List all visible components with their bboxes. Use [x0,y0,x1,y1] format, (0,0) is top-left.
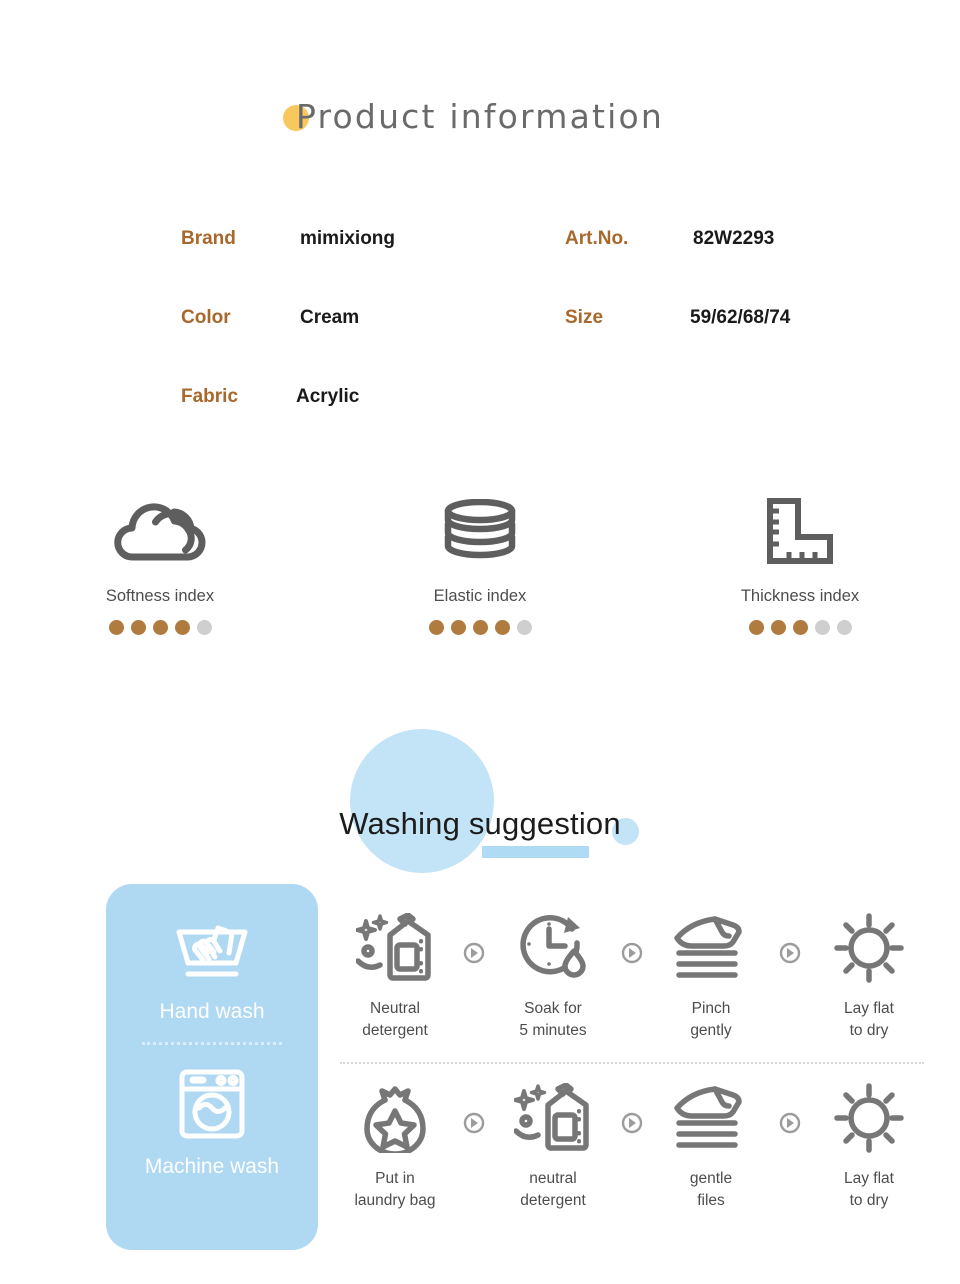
index-dots-softness [108,620,212,635]
spec-value-art-no: 82W2293 [693,228,775,249]
spec-label-color: Color [181,307,231,328]
spec-value-color: Cream [300,307,360,328]
wash-step: Lay flat to dry [814,912,924,1042]
wash-step: Lay flat to dry [814,1082,924,1212]
spec-art-no: Art.No. 82W2293 [565,228,774,250]
dot [770,620,786,635]
wash-step-label: Lay flat to dry [844,1170,894,1209]
step-arrow-icon [766,912,814,964]
ruler-icon [765,495,835,567]
spec-value-fabric: Acrylic [296,386,360,407]
dot [196,620,212,635]
dot [748,620,764,635]
detergent-icon [514,1082,592,1154]
wash-step: Pinch gently [656,912,766,1042]
wash-step: Soak for 5 minutes [498,912,608,1042]
index-label-thickness: Thickness index [740,587,860,605]
step-arrow-icon [450,912,498,964]
dot [516,620,532,635]
dot [428,620,444,635]
index-dots-thickness [748,620,852,635]
wash-step: gentle files [656,1082,766,1212]
wash-step: neutral detergent [498,1082,608,1212]
spec-label-fabric: Fabric [181,386,239,407]
index-dots-elastic [428,620,532,635]
step-arrow-icon [450,1082,498,1134]
wash-mode-label-machine: Machine wash [144,1155,280,1178]
wash-mode-hand[interactable]: Hand wash [142,916,282,1045]
wash-mode-label-hand: Hand wash [159,1000,265,1023]
steps-row-divider [340,1062,924,1064]
spec-fabric: Fabric Acrylic [181,386,359,408]
dot [472,620,488,635]
wash-step-label: Lay flat to dry [844,1000,894,1039]
dot [836,620,852,635]
wash-step-label: Put in laundry bag [354,1170,436,1209]
index-label-elastic: Elastic index [433,587,527,605]
step-arrow-icon [608,1082,656,1134]
wash-step-label: Neutral detergent [362,1000,428,1039]
wash-step-label: Soak for 5 minutes [519,1000,587,1039]
sun-icon [834,912,904,984]
index-elastic: Elastic index [320,495,640,635]
table-row: Fabric Acrylic [0,386,960,465]
wash-step-label: gentle files [689,1170,733,1209]
index-softness: Softness index [0,495,320,635]
pinch-hand-icon [673,1082,749,1154]
index-rating-section: Softness index Elastic index Thickness i… [0,495,960,635]
wash-step-row-hand: Neutral detergent Soak for 5 minutes Pin… [340,912,924,1064]
spec-value-size: 59/62/68/74 [690,307,791,328]
dot [450,620,466,635]
spec-value-brand: mimixiong [300,228,396,249]
hand-wash-icon [169,916,255,982]
dot [108,620,124,635]
spec-label-art-no: Art.No. [565,228,629,249]
machine-wash-icon [176,1069,248,1139]
index-label-softness: Softness index [105,587,215,605]
decorative-circle-large-icon [350,729,494,873]
pinch-hand-icon [673,912,749,984]
wash-step: Neutral detergent [340,912,450,1042]
sun-icon [834,1082,904,1154]
wash-step: Put in laundry bag [340,1082,450,1212]
wash-step-label: Pinch gently [690,1000,732,1039]
table-row: Brand mimixiong Art.No. 82W2293 [0,228,960,307]
spec-color: Color Cream [181,307,359,329]
page-title: Product information [295,97,665,136]
page-title-section: Product information [0,97,960,136]
laundry-bag-icon [359,1082,431,1154]
dot [494,620,510,635]
product-spec-table: Brand mimixiong Art.No. 82W2293 Color Cr… [0,228,960,465]
cloud-icon [114,495,206,567]
dot [130,620,146,635]
detergent-icon [356,912,434,984]
dot [814,620,830,635]
coil-icon [438,495,522,567]
washing-suggestion-title: Washing suggestion [339,806,621,841]
spec-size: Size 59/62/68/74 [565,307,790,329]
wash-step-label: neutral detergent [520,1170,586,1209]
dot [792,620,808,635]
dot [152,620,168,635]
step-arrow-icon [608,912,656,964]
washing-heading-section: Washing suggestion [0,718,960,878]
panel-divider [142,1042,282,1045]
heading-underline [482,846,589,858]
wash-mode-machine[interactable]: Machine wash [144,1069,280,1179]
clock-drop-icon [516,912,590,984]
product-information-page: Product information Brand mimixiong Art.… [0,0,960,1284]
table-row: Color Cream Size 59/62/68/74 [0,307,960,386]
index-thickness: Thickness index [640,495,960,635]
spec-label-brand: Brand [181,228,236,249]
washing-steps: Neutral detergent Soak for 5 minutes Pin… [340,912,924,1234]
dot [174,620,190,635]
spec-label-size: Size [565,307,604,328]
wash-step-row-machine: Put in laundry bag neutral detergent gen… [340,1082,924,1234]
step-arrow-icon [766,1082,814,1134]
wash-mode-panel: Hand wash Machine wash [106,884,318,1250]
spec-brand: Brand mimixiong [181,228,395,250]
